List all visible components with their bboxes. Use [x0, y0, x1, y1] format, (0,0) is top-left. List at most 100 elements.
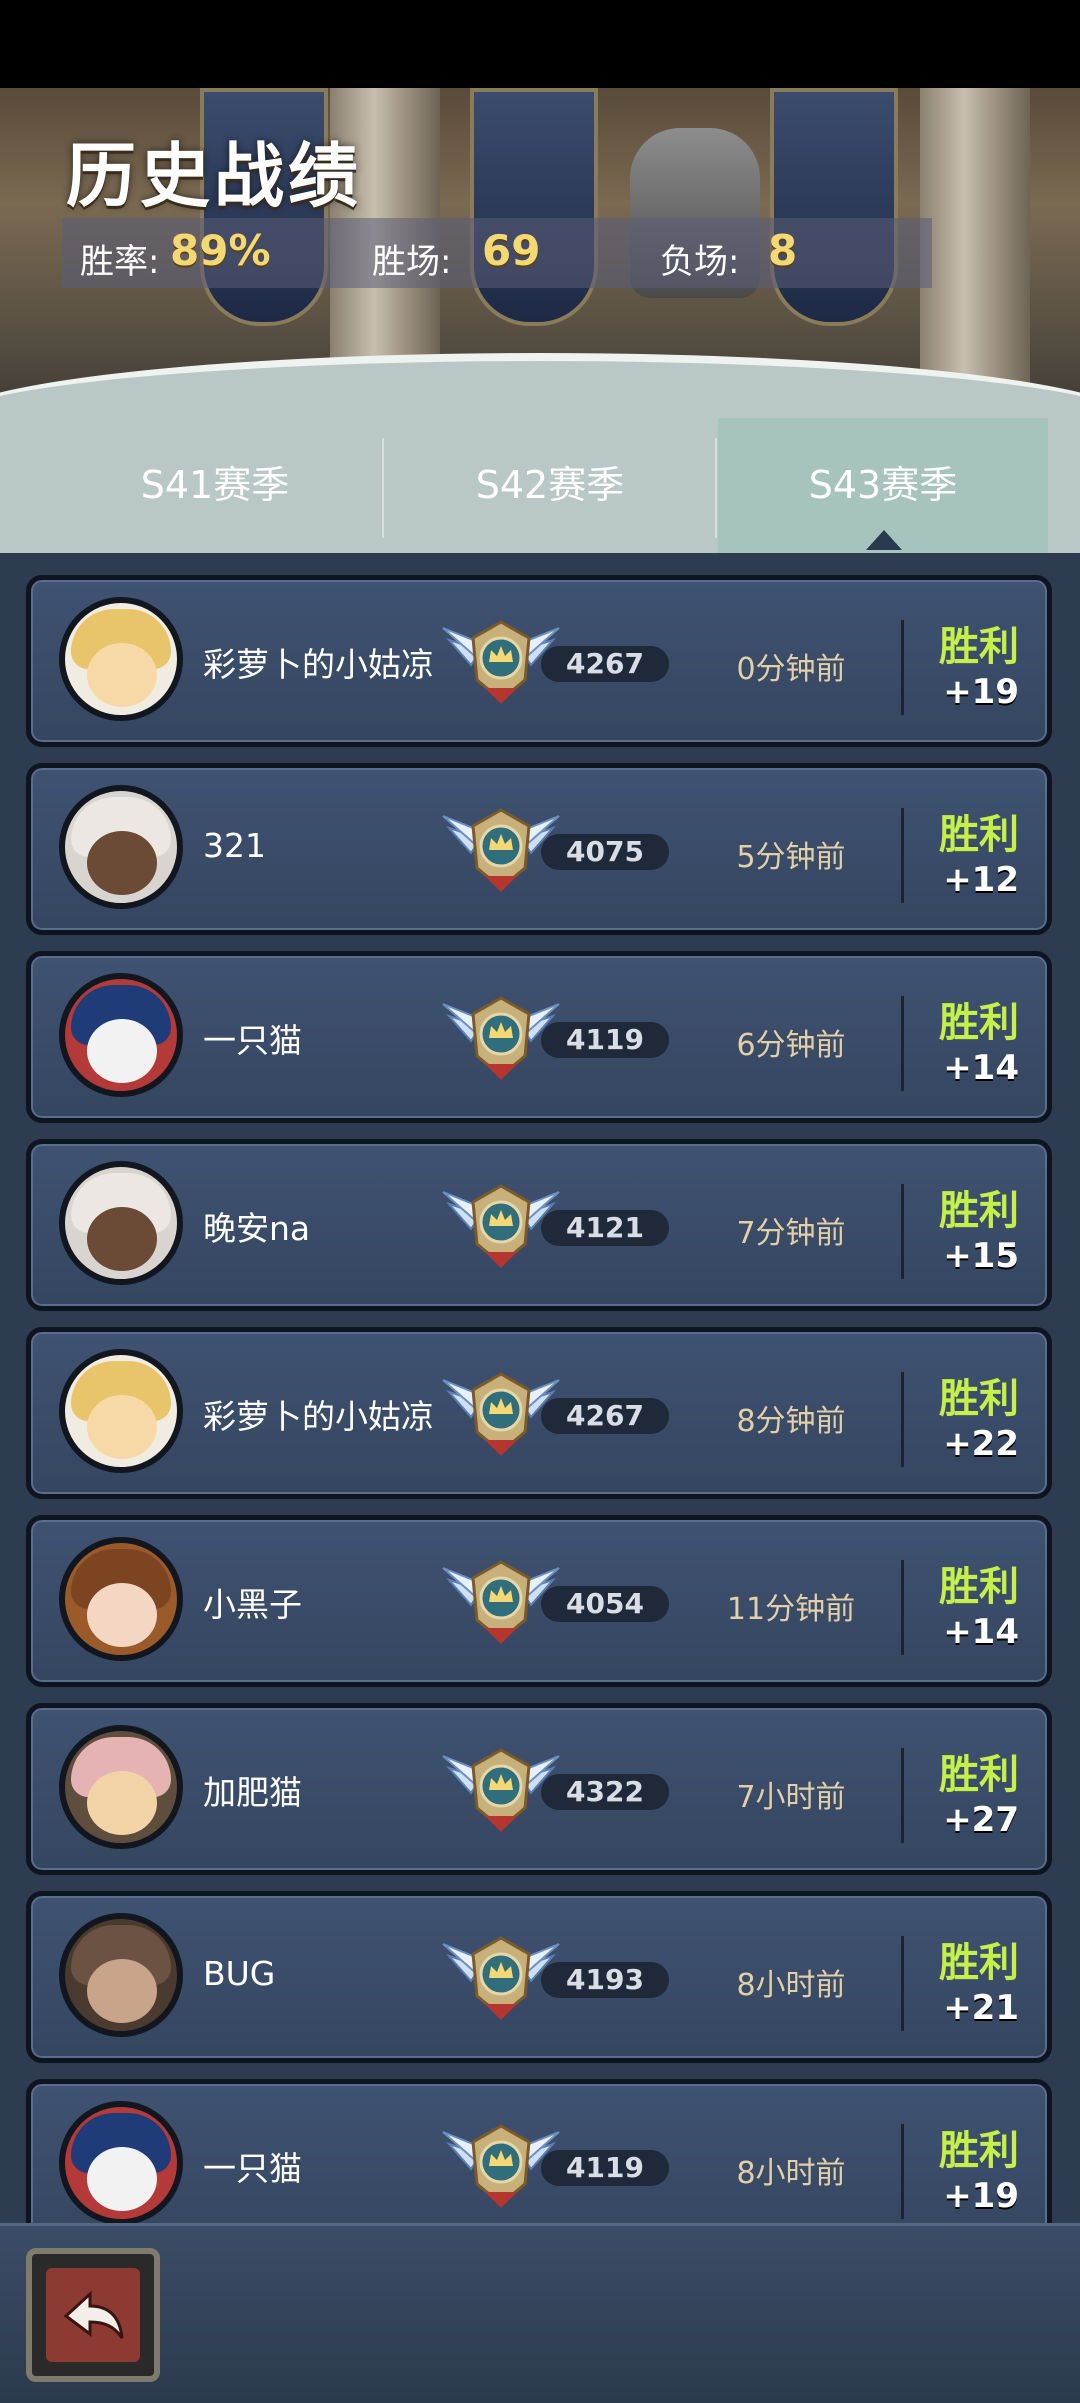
losses-value: 8 [768, 226, 798, 275]
match-row[interactable]: 晚安na 4121 7分钟前 胜利 +15 [26, 1139, 1052, 1311]
row-divider [901, 620, 904, 715]
back-button[interactable] [26, 2248, 160, 2382]
player-name: 小黑子 [203, 1585, 302, 1624]
avatar-face [87, 1771, 157, 1835]
row-divider [901, 808, 904, 903]
player-avatar[interactable] [59, 785, 183, 909]
rank-score: 4322 [541, 1774, 669, 1810]
background-shield [770, 88, 898, 326]
tab-divider [382, 438, 384, 538]
rank-score: 4267 [541, 1398, 669, 1434]
match-time: 7分钟前 [736, 1216, 846, 1251]
rank-score: 4193 [541, 1962, 669, 1998]
active-tab-pointer [866, 530, 902, 550]
match-time: 8分钟前 [736, 1404, 846, 1439]
row-divider [901, 1184, 904, 1279]
player-name: 加肥猫 [203, 1773, 302, 1812]
wins-label: 胜场: [372, 242, 452, 282]
match-time: 11分钟前 [726, 1592, 856, 1627]
player-name: 彩萝卜的小姑凉 [203, 1397, 434, 1436]
rank-score: 4075 [541, 834, 669, 870]
match-result: 胜利 [939, 624, 1019, 670]
player-name: 一只猫 [203, 2149, 302, 2188]
score-change: +14 [943, 1612, 1019, 1652]
match-time: 0分钟前 [736, 652, 846, 687]
score-change: +21 [943, 1988, 1019, 2028]
player-avatar[interactable] [59, 597, 183, 721]
match-row[interactable]: BUG 4193 8小时前 胜利 +21 [26, 1891, 1052, 2063]
page-title: 历史战绩 [66, 135, 362, 217]
background-shield [470, 88, 598, 326]
match-row[interactable]: 小黑子 4054 11分钟前 胜利 +14 [26, 1515, 1052, 1687]
score-change: +12 [943, 860, 1019, 900]
losses-label: 负场: [660, 242, 740, 282]
match-time: 7小时前 [736, 1780, 846, 1815]
match-row[interactable]: 加肥猫 4322 7小时前 胜利 +27 [26, 1703, 1052, 1875]
avatar-face [87, 1959, 157, 2023]
tab-divider [715, 438, 717, 538]
row-divider [901, 1748, 904, 1843]
avatar-face [87, 1207, 157, 1271]
rank-score: 4119 [541, 2150, 669, 2186]
bottom-bar [0, 2223, 1080, 2403]
avatar-face [87, 643, 157, 707]
match-result: 胜利 [939, 812, 1019, 858]
avatar-face [87, 1019, 157, 1083]
match-time: 6分钟前 [736, 1028, 846, 1063]
player-avatar[interactable] [59, 1913, 183, 2037]
row-divider [901, 1936, 904, 2031]
player-avatar[interactable] [59, 1161, 183, 1285]
match-row[interactable]: 321 4075 5分钟前 胜利 +12 [26, 763, 1052, 935]
wins-value: 69 [482, 226, 541, 275]
back-button-face [46, 2268, 140, 2362]
match-result: 胜利 [939, 2128, 1019, 2174]
match-row[interactable]: 一只猫 4119 6分钟前 胜利 +14 [26, 951, 1052, 1123]
avatar-face [87, 831, 157, 895]
row-divider [901, 2124, 904, 2219]
rank-score: 4054 [541, 1586, 669, 1622]
match-time: 5分钟前 [736, 840, 846, 875]
player-avatar[interactable] [59, 2101, 183, 2223]
player-avatar[interactable] [59, 1537, 183, 1661]
match-result: 胜利 [939, 1940, 1019, 1986]
score-change: +15 [943, 1236, 1019, 1276]
win-rate-value: 89% [170, 226, 271, 275]
row-divider [901, 1560, 904, 1655]
season-tabs: S41赛季 S42赛季 S43赛季 [0, 418, 1080, 553]
avatar-face [87, 1395, 157, 1459]
player-name: 一只猫 [203, 1021, 302, 1060]
avatar-face [87, 2147, 157, 2211]
player-avatar[interactable] [59, 1349, 183, 1473]
score-change: +19 [943, 672, 1019, 712]
match-result: 胜利 [939, 1376, 1019, 1422]
score-change: +27 [943, 1800, 1019, 1840]
score-change: +22 [943, 1424, 1019, 1464]
player-avatar[interactable] [59, 973, 183, 1097]
player-name: 彩萝卜的小姑凉 [203, 645, 434, 684]
tab-s41[interactable]: S41赛季 [50, 418, 380, 553]
match-history-list[interactable]: 彩萝卜的小姑凉 4267 0分钟前 胜利 +19 321 4075 5分钟前 胜… [0, 553, 1080, 2223]
score-change: +14 [943, 1048, 1019, 1088]
match-result: 胜利 [939, 1000, 1019, 1046]
match-result: 胜利 [939, 1752, 1019, 1798]
row-divider [901, 996, 904, 1091]
match-row[interactable]: 彩萝卜的小姑凉 4267 0分钟前 胜利 +19 [26, 575, 1052, 747]
rank-score: 4119 [541, 1022, 669, 1058]
player-avatar[interactable] [59, 1725, 183, 1849]
match-row[interactable]: 一只猫 4119 8小时前 胜利 +19 [26, 2079, 1052, 2223]
match-time: 8小时前 [736, 2156, 846, 2191]
tab-s42[interactable]: S42赛季 [385, 418, 715, 553]
match-row[interactable]: 彩萝卜的小姑凉 4267 8分钟前 胜利 +22 [26, 1327, 1052, 1499]
row-divider [901, 1372, 904, 1467]
header-curve-divider [0, 353, 1080, 418]
score-change: +19 [943, 2176, 1019, 2216]
match-time: 8小时前 [736, 1968, 846, 2003]
background-column [920, 88, 1030, 388]
rank-score: 4267 [541, 646, 669, 682]
win-rate-label: 胜率: [80, 242, 160, 282]
status-bar [0, 0, 1080, 88]
player-name: 晚安na [203, 1209, 311, 1248]
match-result: 胜利 [939, 1188, 1019, 1234]
player-name: 321 [203, 826, 266, 865]
avatar-face [87, 1583, 157, 1647]
